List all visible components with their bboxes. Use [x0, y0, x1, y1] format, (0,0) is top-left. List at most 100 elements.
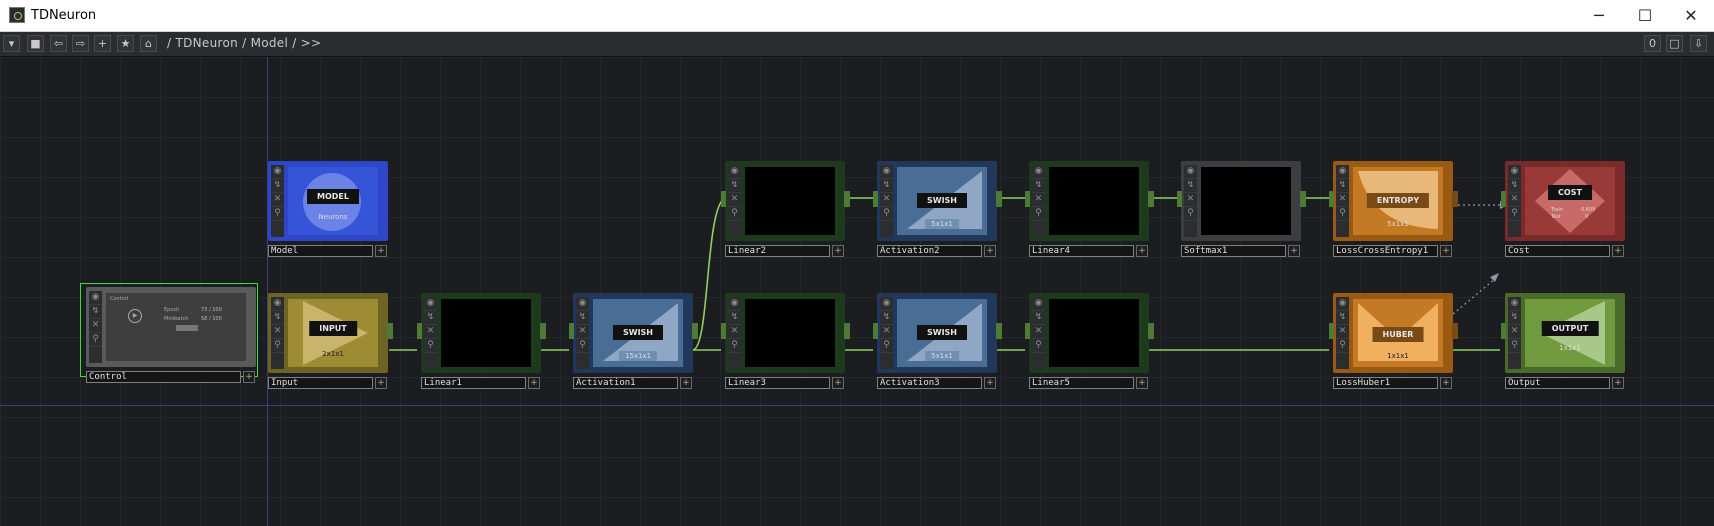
viewer-icon[interactable]: ◉: [880, 297, 893, 311]
delete-icon[interactable]: ✕: [728, 325, 741, 339]
add-node-icon[interactable]: +: [680, 377, 692, 389]
lock-icon[interactable]: ⚲: [1508, 207, 1521, 221]
add-node-icon[interactable]: +: [1136, 377, 1148, 389]
node-controls[interactable]: ◉ ↯ ✕ ⚲: [1508, 297, 1521, 369]
output-port[interactable]: [1148, 191, 1154, 207]
input-port[interactable]: [1177, 191, 1182, 207]
delete-icon[interactable]: ✕: [1508, 193, 1521, 207]
viewer-icon[interactable]: ◉: [89, 291, 102, 305]
input-port[interactable]: [1329, 323, 1334, 339]
node-controls[interactable]: ◉ ↯ ✕ ⚲: [880, 165, 893, 237]
viewer-toggle-icon[interactable]: □: [1666, 35, 1683, 52]
node-label[interactable]: Activation2: [877, 245, 982, 257]
output-port[interactable]: [387, 323, 393, 339]
delete-icon[interactable]: ✕: [1336, 193, 1349, 207]
node-activation2[interactable]: ◉ ↯ ✕ ⚲ SWISH 5x1x1 Activation2 +: [873, 161, 1002, 259]
lock-icon[interactable]: ⚲: [271, 339, 284, 353]
node-label[interactable]: Cost: [1505, 245, 1610, 257]
node-label[interactable]: Linear5: [1029, 377, 1134, 389]
output-port[interactable]: [844, 191, 850, 207]
output-port[interactable]: [1452, 323, 1458, 339]
node-label[interactable]: LossHuber1: [1333, 377, 1438, 389]
lock-icon[interactable]: ⚲: [880, 339, 893, 353]
input-port[interactable]: [721, 323, 726, 339]
lock-icon[interactable]: ⚲: [1336, 207, 1349, 221]
input-port[interactable]: [1329, 191, 1334, 207]
viewer-icon[interactable]: ◉: [1184, 165, 1197, 179]
bypass-icon[interactable]: ↯: [880, 311, 893, 325]
add-node-icon[interactable]: +: [375, 377, 387, 389]
maximize-button[interactable]: ☐: [1622, 0, 1668, 31]
lock-icon[interactable]: ⚲: [1184, 207, 1197, 221]
node-activation1[interactable]: ◉ ↯ ✕ ⚲ SWISH 15x1x1 Activation1 +: [569, 293, 698, 391]
play-icon[interactable]: ▶: [128, 309, 142, 323]
output-port[interactable]: [540, 323, 546, 339]
lock-icon[interactable]: ⚲: [271, 207, 284, 221]
viewer-icon[interactable]: ◉: [1032, 297, 1045, 311]
lock-icon[interactable]: ⚲: [424, 339, 437, 353]
add-node-icon[interactable]: +: [984, 245, 996, 257]
viewer-icon[interactable]: ◉: [271, 297, 284, 311]
delete-icon[interactable]: ✕: [880, 325, 893, 339]
node-label[interactable]: LossCrossEntropy1: [1333, 245, 1438, 257]
bypass-icon[interactable]: ↯: [728, 311, 741, 325]
add-node-icon[interactable]: +: [1136, 245, 1148, 257]
input-port[interactable]: [417, 323, 422, 339]
delete-icon[interactable]: ✕: [880, 193, 893, 207]
node-label[interactable]: Output: [1505, 377, 1610, 389]
node-label[interactable]: Linear2: [725, 245, 830, 257]
input-port[interactable]: [1025, 323, 1030, 339]
node-label[interactable]: Softmax1: [1181, 245, 1286, 257]
delete-icon[interactable]: ✕: [271, 325, 284, 339]
node-label[interactable]: Linear1: [421, 377, 526, 389]
add-node-icon[interactable]: +: [1288, 245, 1300, 257]
star-icon[interactable]: ★: [117, 35, 134, 52]
delete-icon[interactable]: ✕: [1032, 193, 1045, 207]
node-controls[interactable]: ◉ ↯ ✕ ⚲: [1032, 165, 1045, 237]
delete-icon[interactable]: ✕: [1336, 325, 1349, 339]
input-port[interactable]: [873, 323, 878, 339]
bypass-icon[interactable]: ↯: [1032, 311, 1045, 325]
lock-icon[interactable]: ⚲: [1032, 339, 1045, 353]
node-controls[interactable]: ◉ ↯ ✕ ⚲: [271, 165, 284, 237]
viewer-icon[interactable]: ◉: [424, 297, 437, 311]
back-arrow-icon[interactable]: ⇦: [50, 35, 67, 52]
bypass-icon[interactable]: ↯: [271, 311, 284, 325]
close-button[interactable]: ✕: [1668, 0, 1714, 31]
add-node-icon[interactable]: +: [832, 245, 844, 257]
input-port[interactable]: [1501, 323, 1506, 339]
lock-icon[interactable]: ⚲: [1032, 207, 1045, 221]
node-label[interactable]: Activation3: [877, 377, 982, 389]
node-activation3[interactable]: ◉ ↯ ✕ ⚲ SWISH 5x1x1 Activation3 +: [873, 293, 1002, 391]
node-controls[interactable]: ◉ ↯ ✕ ⚲: [1336, 297, 1349, 369]
node-label[interactable]: Control: [86, 371, 241, 383]
network-editor[interactable]: ◉ ↯ ✕ ⚲ Control ▶ Epoch 73 / 100 Minibatch …: [0, 57, 1714, 526]
forward-arrow-icon[interactable]: ⇨: [72, 35, 89, 52]
control-panel-viewer[interactable]: Control ▶ Epoch 73 / 100 Minibatch 58 / …: [106, 293, 246, 361]
minimize-button[interactable]: ─: [1576, 0, 1622, 31]
viewer-icon[interactable]: ◉: [1508, 297, 1521, 311]
node-controls[interactable]: ◉ ↯ ✕ ⚲: [728, 297, 741, 369]
viewer-icon[interactable]: ◉: [1336, 297, 1349, 311]
node-controls[interactable]: ◉ ↯ ✕ ⚲: [1032, 297, 1045, 369]
add-node-icon[interactable]: +: [243, 371, 255, 383]
node-losscrossentropy1[interactable]: ◉ ↯ ✕ ⚲ ENTROPY 5x1x1 LossCrossEntropy1 +: [1329, 161, 1458, 259]
node-controls[interactable]: ◉ ↯ ✕ ⚲: [424, 297, 437, 369]
bypass-icon[interactable]: ↯: [1336, 179, 1349, 193]
delete-icon[interactable]: ✕: [576, 325, 589, 339]
bypass-icon[interactable]: ↯: [1184, 179, 1197, 193]
lock-icon[interactable]: ⚲: [728, 207, 741, 221]
node-controls[interactable]: ◉ ↯ ✕ ⚲: [89, 291, 102, 363]
lock-icon[interactable]: ⚲: [728, 339, 741, 353]
delete-icon[interactable]: ✕: [424, 325, 437, 339]
add-node-icon[interactable]: +: [375, 245, 387, 257]
add-node-icon[interactable]: +: [1440, 245, 1452, 257]
bypass-icon[interactable]: ↯: [1508, 179, 1521, 193]
import-icon[interactable]: ⇩: [1690, 35, 1707, 52]
node-output[interactable]: ◉ ↯ ✕ ⚲ OUTPUT 1x1x1 Output +: [1501, 293, 1625, 391]
input-port[interactable]: [1025, 191, 1030, 207]
node-linear1[interactable]: ◉ ↯ ✕ ⚲ Linear1 +: [417, 293, 546, 391]
output-port[interactable]: [1452, 191, 1458, 207]
viewer-icon[interactable]: ◉: [1508, 165, 1521, 179]
lock-icon[interactable]: ⚲: [1508, 339, 1521, 353]
